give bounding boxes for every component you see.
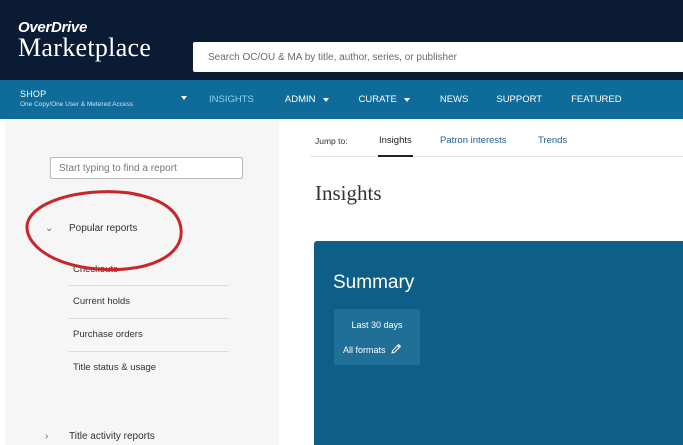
- report-purchase-orders[interactable]: Purchase orders: [73, 329, 143, 340]
- nav-insights-label: INSIGHTS: [209, 94, 254, 105]
- divider: [68, 351, 229, 352]
- nav-featured[interactable]: FEATURED: [571, 80, 622, 119]
- overdrive-logo[interactable]: OverDrive Marketplace: [18, 20, 151, 61]
- nav-news-label: NEWS: [439, 94, 469, 105]
- jump-to-label: Jump to:: [315, 136, 348, 146]
- divider: [68, 318, 229, 319]
- nav-curate-label: CURATE: [358, 94, 397, 105]
- nav-curate[interactable]: CURATE: [359, 80, 410, 119]
- report-search[interactable]: [50, 157, 243, 179]
- jump-to-bar: Jump to: Insights Patron interests Trend…: [310, 120, 683, 157]
- section-popular-reports[interactable]: ⌄ Popular reports: [45, 223, 137, 234]
- section-title-activity-reports-label: Title activity reports: [69, 431, 155, 442]
- chevron-right-icon: ›: [45, 431, 49, 442]
- nav-admin-label: ADMIN: [284, 94, 316, 105]
- jump-tab-patron-interests[interactable]: Patron interests: [440, 135, 507, 146]
- chevron-down-icon: [181, 96, 187, 100]
- shop-subtitle: One Copy/One User & Metered Access: [20, 101, 134, 108]
- page-title: Insights: [315, 181, 382, 205]
- summary-card: Summary Last 30 days All formats: [314, 241, 683, 445]
- global-search-input[interactable]: [208, 51, 668, 63]
- report-search-input[interactable]: [59, 162, 234, 174]
- global-search[interactable]: [193, 42, 683, 72]
- nav-featured-label: FEATURED: [571, 94, 622, 105]
- nav-news[interactable]: NEWS: [440, 80, 469, 119]
- report-checkouts[interactable]: Checkouts: [73, 264, 118, 275]
- chevron-down-icon: [403, 97, 410, 102]
- filter-format-label: All formats: [343, 345, 386, 355]
- pencil-icon[interactable]: [390, 343, 402, 357]
- nav-support[interactable]: SUPPORT: [496, 80, 542, 119]
- main-nav: SHOP One Copy/One User & Metered Access …: [0, 80, 683, 119]
- report-current-holds[interactable]: Current holds: [73, 296, 130, 307]
- report-sidebar: ⌄ Popular reports Checkouts Current hold…: [5, 119, 279, 445]
- divider: [68, 285, 229, 286]
- section-popular-reports-label: Popular reports: [69, 223, 138, 234]
- nav-support-label: SUPPORT: [496, 94, 543, 105]
- filter-format[interactable]: All formats: [343, 343, 402, 357]
- jump-tab-trends[interactable]: Trends: [538, 135, 567, 146]
- jump-tab-insights[interactable]: Insights: [378, 135, 413, 157]
- report-title-status-usage[interactable]: Title status & usage: [73, 362, 156, 373]
- nav-admin[interactable]: ADMIN: [285, 80, 329, 119]
- chevron-down-icon: [322, 97, 329, 102]
- shop-title: SHOP: [20, 89, 47, 99]
- shop-menu[interactable]: SHOP One Copy/One User & Metered Access: [0, 80, 200, 119]
- filter-period: Last 30 days: [351, 320, 403, 330]
- nav-insights[interactable]: INSIGHTS: [209, 80, 254, 119]
- top-header: OverDrive Marketplace: [0, 0, 683, 80]
- logo-product: Marketplace: [18, 33, 152, 62]
- section-title-activity-reports[interactable]: › Title activity reports: [45, 431, 155, 442]
- summary-title: Summary: [333, 272, 415, 293]
- summary-filter[interactable]: Last 30 days All formats: [334, 309, 420, 365]
- chevron-down-icon: ⌄: [45, 223, 54, 234]
